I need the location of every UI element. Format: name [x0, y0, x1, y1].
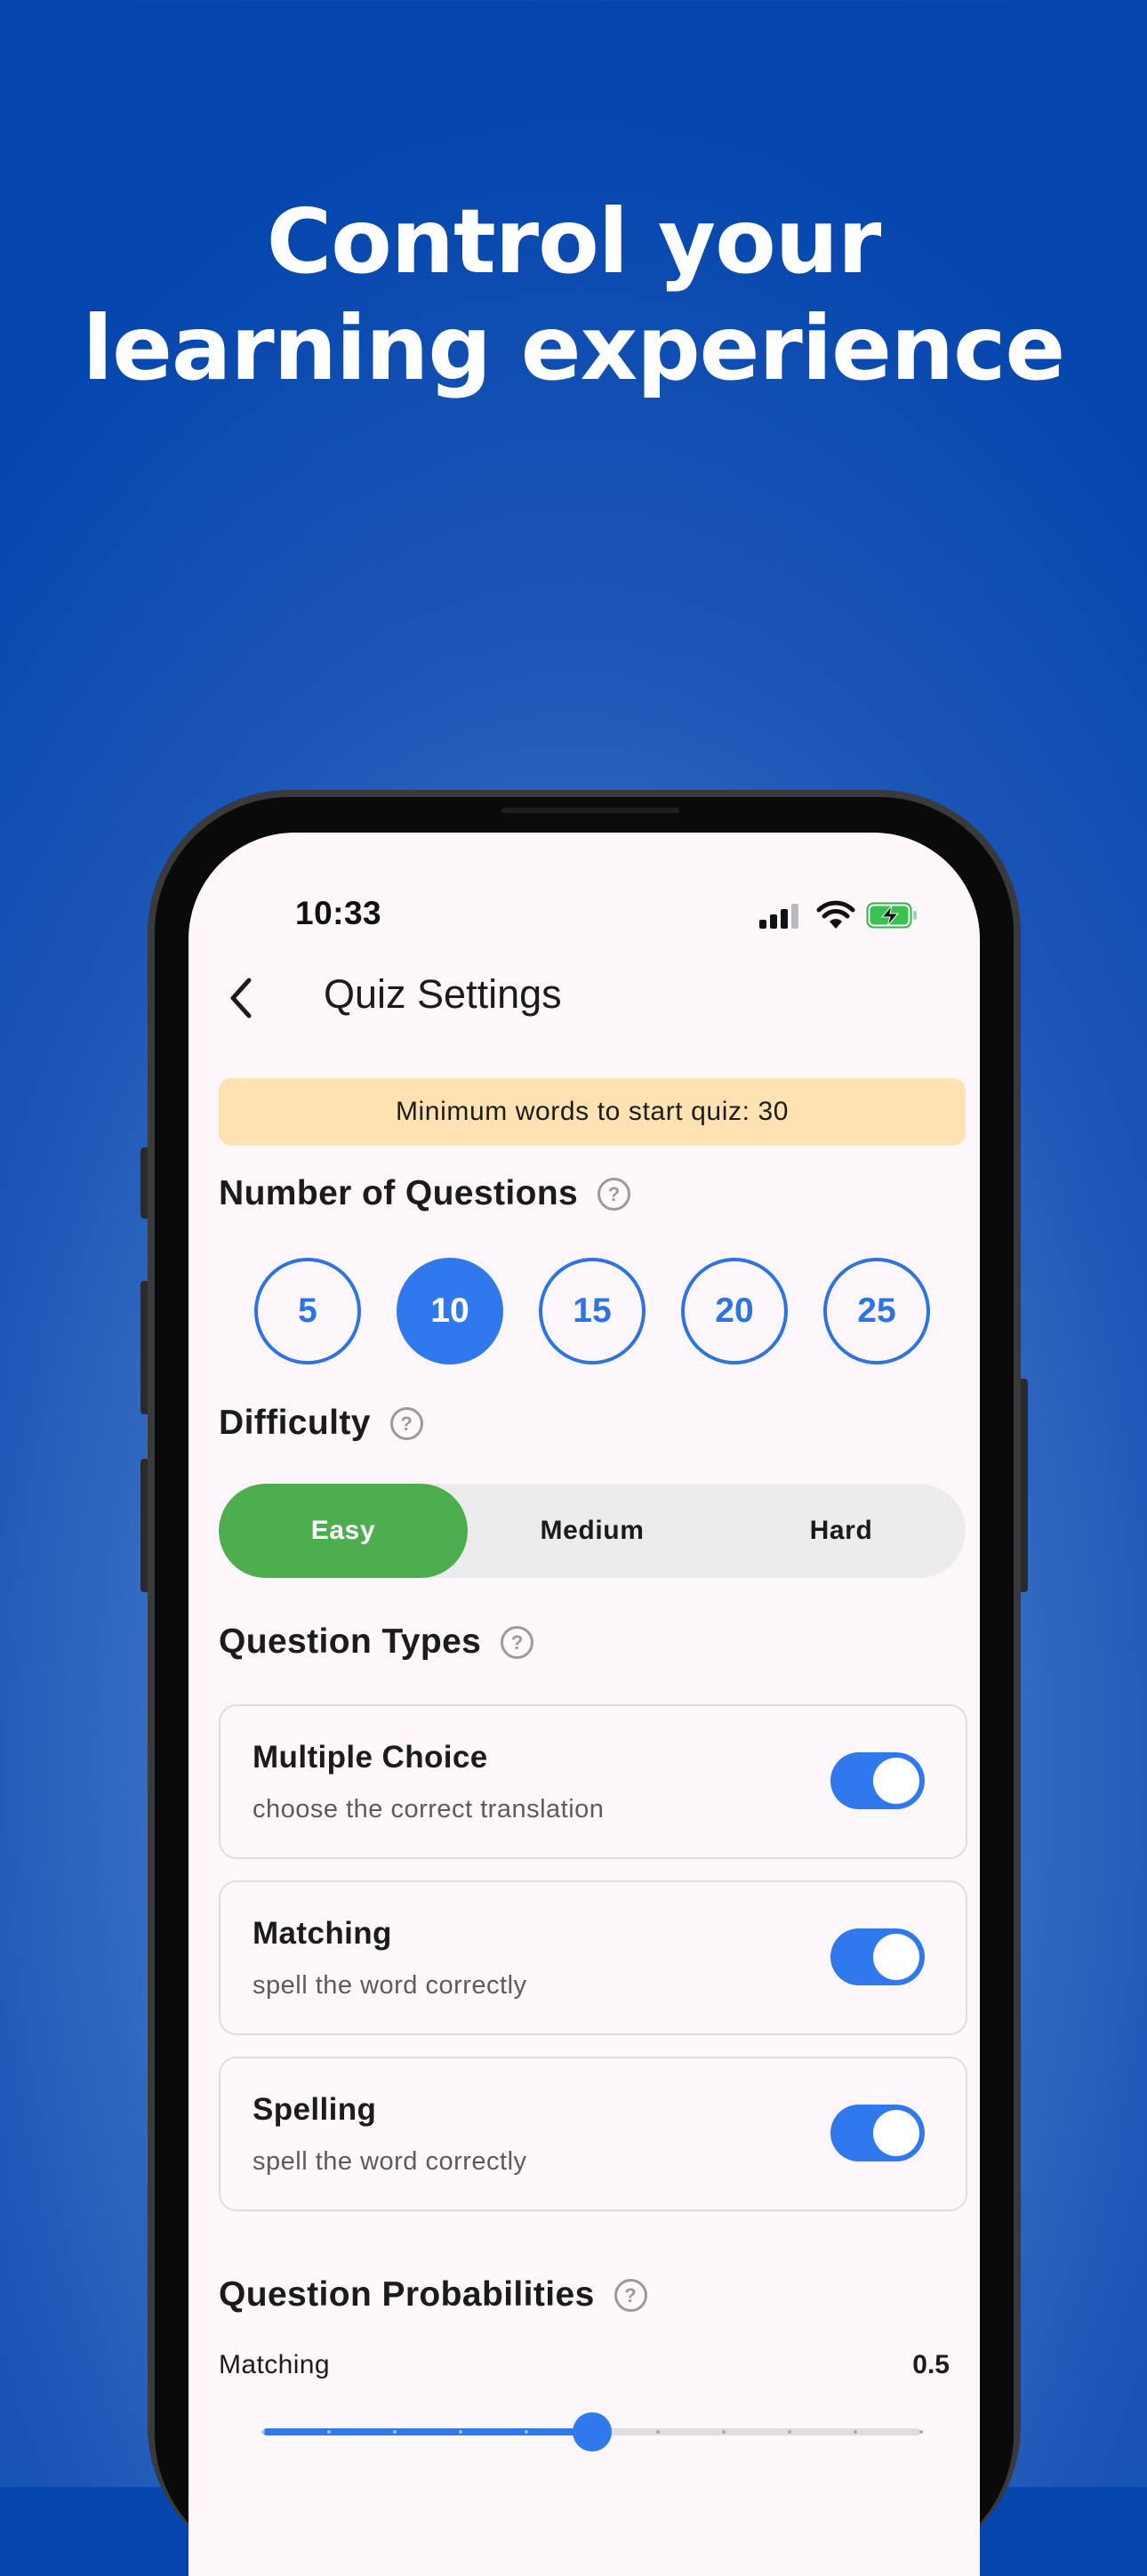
cellular-signal-icon	[759, 904, 800, 929]
difficulty-easy[interactable]: Easy	[219, 1484, 468, 1578]
multiple-choice-toggle[interactable]	[830, 1752, 925, 1809]
slider-tick	[525, 2430, 528, 2434]
question-count-10[interactable]: 10	[397, 1258, 503, 1364]
question-type-description: spell the word correctly	[253, 1971, 527, 2000]
question-type-description: choose the correct translation	[253, 1795, 605, 1823]
slider-tick	[393, 2430, 397, 2434]
matching-probability-slider[interactable]	[261, 2412, 923, 2451]
slider-tick	[722, 2430, 726, 2434]
speaker	[501, 808, 679, 813]
difficulty-segmented-control: Easy Medium Hard	[219, 1484, 966, 1578]
slider-tick	[788, 2430, 791, 2434]
question-count-15[interactable]: 15	[539, 1258, 646, 1364]
battery-charging-icon	[866, 902, 917, 929]
difficulty-hard[interactable]: Hard	[717, 1484, 966, 1578]
spelling-toggle[interactable]	[830, 2105, 925, 2161]
difficulty-heading: Difficulty ?	[219, 1404, 423, 1443]
questions-heading-label: Number of Questions	[219, 1174, 579, 1212]
question-types-heading: Question Types ?	[219, 1622, 534, 1662]
question-type-name: Matching	[253, 1916, 392, 1951]
toggle-knob	[873, 2110, 919, 2156]
help-icon[interactable]: ?	[598, 1177, 631, 1211]
headline-line-2: learning experience	[82, 296, 1065, 400]
question-type-card-matching: Matching spell the word correctly	[219, 1880, 967, 2035]
back-chevron-icon[interactable]	[221, 977, 263, 1019]
probabilities-heading-label: Question Probabilities	[219, 2275, 595, 2314]
help-icon[interactable]: ?	[389, 1406, 423, 1440]
toggle-knob	[873, 1934, 919, 1980]
slider-fill	[263, 2428, 592, 2435]
question-type-description: spell the word correctly	[253, 2147, 527, 2176]
question-type-name: Spelling	[253, 2092, 377, 2127]
slider-tick	[327, 2430, 331, 2434]
slider-value: 0.5	[912, 2350, 950, 2379]
question-count-20[interactable]: 20	[681, 1258, 788, 1364]
status-time: 10:33	[295, 895, 382, 931]
slider-tick	[459, 2430, 462, 2434]
page-title: Quiz Settings	[324, 971, 562, 1017]
question-count-selector: 5 10 15 20 25	[254, 1258, 930, 1364]
app-screen: 10:33 Quiz Settings Minimum words to sta…	[188, 833, 980, 2576]
slider-thumb[interactable]	[573, 2412, 612, 2451]
phone-frame: 10:33 Quiz Settings Minimum words to sta…	[148, 790, 1021, 2576]
slider-tick	[919, 2430, 923, 2434]
question-type-card-multiple-choice: Multiple Choice choose the correct trans…	[219, 1704, 967, 1859]
questions-heading: Number of Questions ?	[219, 1174, 631, 1213]
difficulty-heading-label: Difficulty	[219, 1404, 371, 1442]
probabilities-heading: Question Probabilities ?	[219, 2275, 647, 2314]
question-type-card-spelling: Spelling spell the word correctly	[219, 2057, 967, 2211]
question-count-25[interactable]: 25	[823, 1258, 930, 1364]
help-icon[interactable]: ?	[614, 2278, 647, 2312]
slider-tick	[854, 2430, 857, 2434]
headline: Control your learning experience	[0, 189, 1147, 402]
phone-bezel: 10:33 Quiz Settings Minimum words to sta…	[155, 797, 1014, 2576]
slider-label: Matching	[219, 2350, 330, 2379]
headline-line-1: Control your	[266, 189, 882, 294]
slider-tick	[656, 2430, 660, 2434]
difficulty-medium[interactable]: Medium	[468, 1484, 717, 1578]
matching-toggle[interactable]	[830, 1928, 925, 1985]
slider-tick	[261, 2430, 265, 2434]
question-type-name: Multiple Choice	[253, 1740, 488, 1775]
question-types-heading-label: Question Types	[219, 1622, 482, 1661]
question-count-5[interactable]: 5	[254, 1258, 361, 1364]
help-icon[interactable]: ?	[501, 1625, 534, 1659]
wifi-icon	[816, 900, 855, 929]
toggle-knob	[873, 1758, 919, 1804]
minimum-words-banner: Minimum words to start quiz: 30	[219, 1078, 966, 1146]
